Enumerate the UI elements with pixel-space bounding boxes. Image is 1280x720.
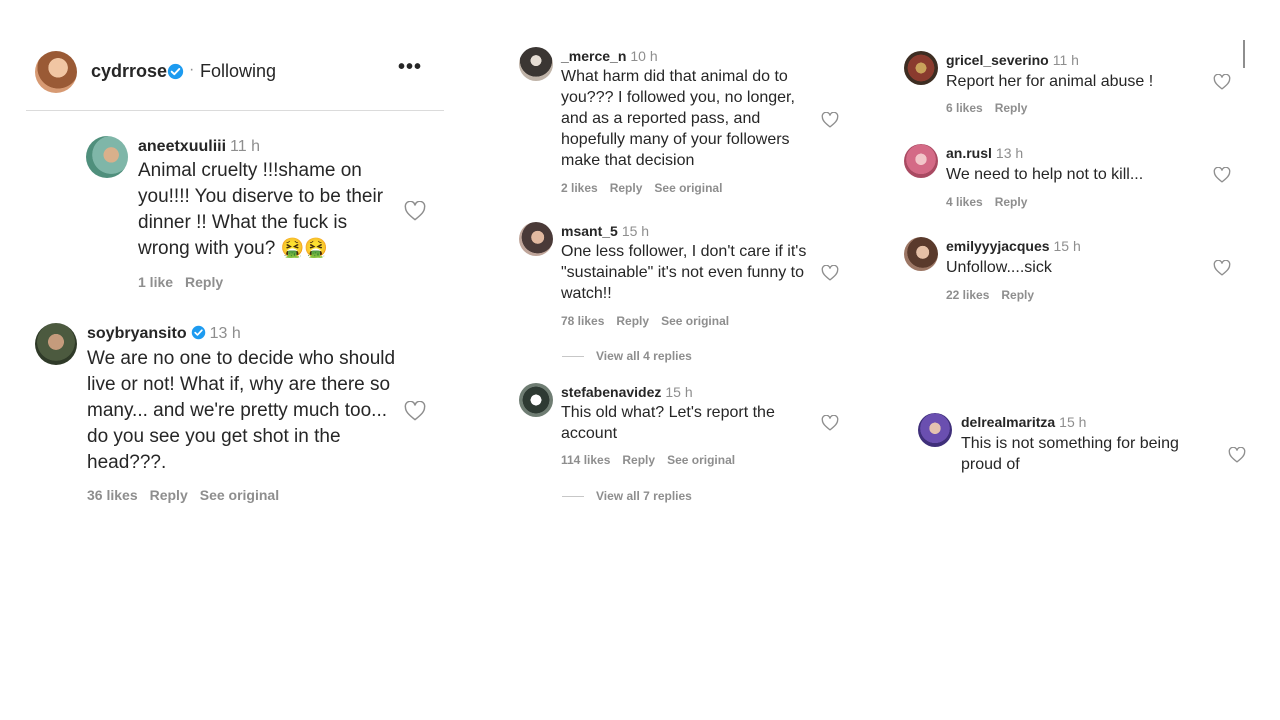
comment-text: Animal cruelty !!!shame on you!!!! You d… [138,160,384,259]
see-original-button[interactable]: See original [667,453,735,467]
heart-outline-icon[interactable] [1213,259,1231,281]
post-header: cydrrose · Following ••• [26,46,444,111]
reply-button[interactable]: Reply [995,195,1028,209]
comment-username[interactable]: an.rusl [946,145,992,161]
reply-button[interactable]: Reply [995,101,1028,115]
likes-count[interactable]: 22 likes [946,288,989,302]
likes-count[interactable]: 36 likes [87,487,138,503]
comment-text: We need to help not to kill... [946,166,1144,183]
heart-outline-icon[interactable] [821,111,839,133]
comment-text: This is not something for being proud of [961,435,1179,473]
reply-button[interactable]: Reply [1001,288,1034,302]
reply-button[interactable]: Reply [150,487,188,503]
likes-count[interactable]: 6 likes [946,101,983,115]
likes-count[interactable]: 78 likes [561,314,604,328]
view-replies-button[interactable]: View all 4 replies [562,349,692,363]
comment-time: 10 h [630,48,658,64]
likes-count[interactable]: 2 likes [561,181,598,195]
comment-text: What harm did that animal do to you??? I… [561,68,795,169]
comment-username[interactable]: aneetxuuliii [138,138,226,155]
comment-username[interactable]: _merce_n [561,48,626,64]
comment-time: 11 h [1052,52,1079,68]
comment-time: 13 h [995,145,1024,161]
comment-text: We are no one to decide who should live … [87,348,396,473]
heart-outline-icon[interactable] [404,400,426,426]
likes-count[interactable]: 4 likes [946,195,983,209]
comment-username[interactable]: soybryansito [87,325,187,342]
comment-time: 15 h [1059,414,1087,430]
view-replies-button[interactable]: View all 7 replies [562,489,692,503]
comment-time: 13 h [209,325,241,342]
comment-username[interactable]: msant_5 [561,223,618,239]
comment-time: 11 h [230,138,260,155]
comment-username[interactable]: delrealmaritza [961,414,1055,430]
verified-badge-icon [167,63,184,85]
avatar[interactable] [519,383,553,417]
see-original-button[interactable]: See original [661,314,729,328]
comment-text: One less follower, I don't care if it's … [561,243,807,302]
likes-count[interactable]: 114 likes [561,453,610,467]
avatar[interactable] [904,237,938,271]
heart-outline-icon[interactable] [821,264,839,286]
see-original-button[interactable]: See original [654,181,722,195]
avatar[interactable] [86,136,128,178]
comment-time: 15 h [1053,238,1081,254]
reply-button[interactable]: Reply [610,181,643,195]
avatar[interactable] [519,222,553,256]
comment-username[interactable]: stefabenavidez [561,384,661,400]
likes-count[interactable]: 1 like [138,274,173,290]
separator-dot: · [189,61,195,78]
heart-outline-icon[interactable] [1213,166,1231,188]
heart-outline-icon[interactable] [1213,73,1231,95]
reply-button[interactable]: Reply [185,274,223,290]
comment-time: 15 h [621,223,650,239]
post-username[interactable]: cydrrose [91,61,167,82]
comment-username[interactable]: gricel_severino [946,52,1049,68]
reply-button[interactable]: Reply [622,453,655,467]
comment-text: Report her for animal abuse ! [946,73,1154,90]
heart-outline-icon[interactable] [821,414,839,436]
comment-username[interactable]: emilyyyjacques [946,238,1050,254]
see-original-button[interactable]: See original [200,487,279,503]
heart-outline-icon[interactable] [1228,446,1246,468]
avatar[interactable] [904,51,938,85]
verified-badge-icon [191,325,206,345]
avatar[interactable] [918,413,952,447]
avatar[interactable] [35,51,77,93]
heart-outline-icon[interactable] [404,200,426,226]
comment-text: This old what? Let's report the account [561,404,775,442]
comment-time: 15 h [665,384,693,400]
avatar[interactable] [35,323,77,365]
scrollbar[interactable] [1243,40,1245,68]
avatar[interactable] [904,144,938,178]
reply-button[interactable]: Reply [616,314,649,328]
comment-text: Unfollow....sick [946,259,1052,276]
avatar[interactable] [519,47,553,81]
more-options-icon[interactable]: ••• [398,56,422,79]
following-button[interactable]: Following [200,61,276,82]
